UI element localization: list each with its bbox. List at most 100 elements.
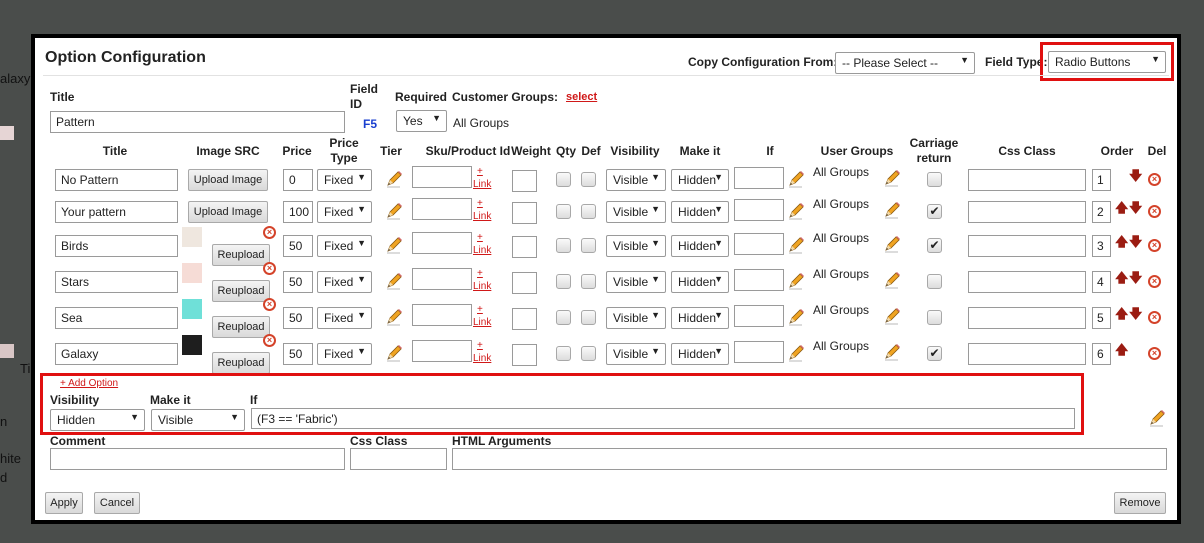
option-make-it-select[interactable]: Hidden ▼ bbox=[671, 201, 729, 223]
reupload-button[interactable]: Reupload bbox=[212, 352, 270, 374]
price-type-select[interactable]: Fixed ▼ bbox=[317, 307, 372, 329]
sku-input[interactable] bbox=[412, 166, 472, 188]
css-class-input[interactable] bbox=[968, 271, 1086, 293]
carriage-return-checkbox[interactable] bbox=[927, 310, 942, 325]
weight-input[interactable] bbox=[512, 202, 537, 224]
order-input[interactable]: 2 bbox=[1092, 201, 1111, 223]
if-condition-input[interactable] bbox=[734, 269, 784, 291]
default-checkbox[interactable] bbox=[581, 238, 596, 253]
if-condition-input[interactable] bbox=[734, 341, 784, 363]
qty-checkbox[interactable] bbox=[556, 274, 571, 289]
comment-input[interactable] bbox=[50, 448, 345, 470]
reupload-button[interactable]: Reupload bbox=[212, 280, 270, 302]
carriage-return-checkbox[interactable] bbox=[927, 172, 942, 187]
rule-edit-pencil-icon[interactable] bbox=[1148, 409, 1166, 427]
option-title-input[interactable]: No Pattern bbox=[55, 169, 178, 191]
weight-input[interactable] bbox=[512, 344, 537, 366]
carriage-return-checkbox[interactable]: ✔ bbox=[927, 346, 942, 361]
move-up-arrow-icon[interactable]: 🡅 bbox=[1115, 341, 1128, 363]
price-type-select[interactable]: Fixed ▼ bbox=[317, 235, 372, 257]
qty-checkbox[interactable] bbox=[556, 310, 571, 325]
order-input[interactable]: 6 bbox=[1092, 343, 1111, 365]
order-input[interactable]: 3 bbox=[1092, 235, 1111, 257]
move-down-arrow-icon[interactable]: 🡇 bbox=[1129, 233, 1142, 255]
tier-edit-pencil-icon[interactable] bbox=[385, 170, 403, 188]
user-groups-edit-pencil-icon[interactable] bbox=[883, 169, 901, 187]
default-checkbox[interactable] bbox=[581, 274, 596, 289]
default-checkbox[interactable] bbox=[581, 204, 596, 219]
move-down-arrow-icon[interactable]: 🡇 bbox=[1129, 199, 1142, 221]
required-select[interactable]: Yes ▼ bbox=[396, 110, 447, 132]
if-condition-input[interactable] bbox=[734, 305, 784, 327]
option-visibility-select[interactable]: Visible ▼ bbox=[606, 343, 666, 365]
order-input[interactable]: 5 bbox=[1092, 307, 1111, 329]
order-input[interactable]: 4 bbox=[1092, 271, 1111, 293]
option-title-input[interactable]: Your pattern bbox=[55, 201, 178, 223]
sku-link[interactable]: Link bbox=[473, 317, 491, 328]
move-up-arrow-icon[interactable]: 🡅 bbox=[1115, 305, 1128, 327]
if-condition-input[interactable] bbox=[734, 233, 784, 255]
default-checkbox[interactable] bbox=[581, 346, 596, 361]
qty-checkbox[interactable] bbox=[556, 204, 571, 219]
option-visibility-select[interactable]: Visible ▼ bbox=[606, 201, 666, 223]
option-make-it-select[interactable]: Hidden ▼ bbox=[671, 307, 729, 329]
option-title-input[interactable]: Stars bbox=[55, 271, 178, 293]
sku-link-plus[interactable]: + bbox=[477, 198, 483, 209]
delete-row-icon[interactable]: × bbox=[1148, 275, 1161, 288]
remove-image-icon[interactable]: × bbox=[263, 226, 276, 239]
delete-row-icon[interactable]: × bbox=[1148, 347, 1161, 360]
tier-edit-pencil-icon[interactable] bbox=[385, 236, 403, 254]
qty-checkbox[interactable] bbox=[556, 346, 571, 361]
option-visibility-select[interactable]: Visible ▼ bbox=[606, 235, 666, 257]
option-price-input[interactable]: 50 bbox=[283, 235, 313, 257]
sku-link[interactable]: Link bbox=[473, 211, 491, 222]
option-title-input[interactable]: Birds bbox=[55, 235, 178, 257]
sku-input[interactable] bbox=[412, 304, 472, 326]
option-make-it-select[interactable]: Hidden ▼ bbox=[671, 235, 729, 257]
sku-input[interactable] bbox=[412, 268, 472, 290]
sku-link[interactable]: Link bbox=[473, 179, 491, 190]
user-groups-edit-pencil-icon[interactable] bbox=[883, 343, 901, 361]
sku-input[interactable] bbox=[412, 340, 472, 362]
option-title-input[interactable]: Galaxy bbox=[55, 343, 178, 365]
carriage-return-checkbox[interactable]: ✔ bbox=[927, 204, 942, 219]
move-down-arrow-icon[interactable]: 🡇 bbox=[1129, 305, 1142, 327]
reupload-button[interactable]: Reupload bbox=[212, 316, 270, 338]
sku-input[interactable] bbox=[412, 232, 472, 254]
option-price-input[interactable]: 50 bbox=[283, 271, 313, 293]
price-type-select[interactable]: Fixed ▼ bbox=[317, 169, 372, 191]
default-checkbox[interactable] bbox=[581, 172, 596, 187]
delete-row-icon[interactable]: × bbox=[1148, 205, 1161, 218]
move-down-arrow-icon[interactable]: 🡇 bbox=[1129, 269, 1142, 291]
user-groups-edit-pencil-icon[interactable] bbox=[883, 271, 901, 289]
html-arguments-input[interactable] bbox=[452, 448, 1167, 470]
sku-link-plus[interactable]: + bbox=[477, 340, 483, 351]
css-class-input[interactable] bbox=[968, 235, 1086, 257]
qty-checkbox[interactable] bbox=[556, 172, 571, 187]
tier-edit-pencil-icon[interactable] bbox=[385, 344, 403, 362]
qty-checkbox[interactable] bbox=[556, 238, 571, 253]
sku-link-plus[interactable]: + bbox=[477, 268, 483, 279]
price-type-select[interactable]: Fixed ▼ bbox=[317, 271, 372, 293]
sku-link-plus[interactable]: + bbox=[477, 166, 483, 177]
move-up-arrow-icon[interactable]: 🡅 bbox=[1115, 199, 1128, 221]
tier-edit-pencil-icon[interactable] bbox=[385, 308, 403, 326]
css-class-input[interactable] bbox=[968, 343, 1086, 365]
order-input[interactable]: 1 bbox=[1092, 169, 1111, 191]
option-price-input[interactable]: 0 bbox=[283, 169, 313, 191]
sku-link-plus[interactable]: + bbox=[477, 232, 483, 243]
if-condition-input[interactable] bbox=[734, 199, 784, 221]
user-groups-edit-pencil-icon[interactable] bbox=[883, 201, 901, 219]
carriage-return-checkbox[interactable] bbox=[927, 274, 942, 289]
if-edit-pencil-icon[interactable] bbox=[787, 170, 805, 188]
option-price-input[interactable]: 50 bbox=[283, 343, 313, 365]
if-condition-input[interactable] bbox=[734, 167, 784, 189]
weight-input[interactable] bbox=[512, 170, 537, 192]
option-make-it-select[interactable]: Hidden ▼ bbox=[671, 169, 729, 191]
if-edit-pencil-icon[interactable] bbox=[787, 236, 805, 254]
option-price-input[interactable]: 100 bbox=[283, 201, 313, 223]
css-class-input[interactable] bbox=[968, 201, 1086, 223]
upload-image-button[interactable]: Upload Image bbox=[188, 169, 268, 191]
move-down-arrow-icon[interactable]: 🡇 bbox=[1129, 167, 1142, 189]
if-edit-pencil-icon[interactable] bbox=[787, 202, 805, 220]
